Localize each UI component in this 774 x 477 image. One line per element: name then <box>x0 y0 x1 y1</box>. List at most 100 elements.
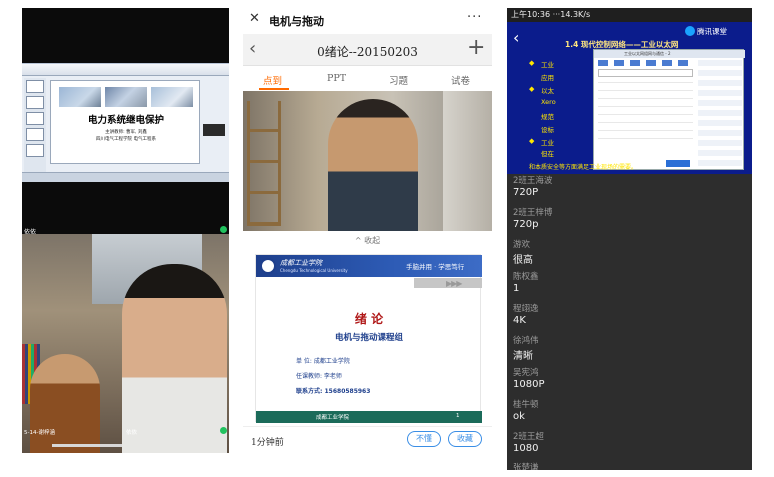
chat-sender: 2班王超 <box>513 432 544 442</box>
participant-name: 依依 <box>126 430 138 436</box>
phone-status-bar: 上午10:36 ···14.3K/s <box>507 8 752 22</box>
slide-footer: 成都工业学院 1 <box>256 411 482 423</box>
chat-message: 1 <box>513 283 520 294</box>
chat-sender: 桂牛顿 <box>513 400 539 410</box>
decor-arrows-icon: ▶▶▶ <box>446 279 463 288</box>
bullet-text: 应用 <box>541 74 554 82</box>
chat-message: 720p <box>513 219 539 230</box>
config-list <box>598 82 693 142</box>
elapsed-time: 1分钟前 <box>251 438 284 448</box>
chat-message: 1080 <box>513 443 539 454</box>
presentation-toolbar[interactable] <box>22 64 229 76</box>
tab-exercises[interactable]: 习题 <box>389 73 408 87</box>
participant-video[interactable] <box>22 234 229 453</box>
config-ok-button[interactable] <box>666 160 690 167</box>
video-call-panel: 电力系统继电保护 主讲教师: 曹军, 刘鑫 四川电气工程学院 电气工程系 依依 … <box>22 8 229 453</box>
bullet-text: 以太 <box>541 87 554 95</box>
chat-sender: 2班王梓博 <box>513 208 553 218</box>
participant-name: 5-14-谢梓涵 <box>24 430 55 436</box>
slide-footer-line: 和本质安全等方面满足工业现场的需要。 <box>529 164 638 171</box>
ppt-slide[interactable]: 成都工业学院 Chengdu Technological University … <box>255 254 482 423</box>
slide-thumbnail[interactable] <box>26 112 44 125</box>
chat-message: 清晰 <box>513 351 533 362</box>
school-logo-icon <box>260 258 276 274</box>
slide-thumbnail[interactable] <box>26 144 44 157</box>
slide-thumbnail[interactable] <box>26 96 44 109</box>
live-slide-view[interactable]: ‹ 腾讯课堂 1.4 现代控制网络——工业以太网 ◆ 工业 应用 ◆ 以太 Xe… <box>507 22 752 174</box>
back-chevron-icon[interactable]: ‹ <box>513 28 519 47</box>
member-sidebar[interactable] <box>698 60 742 168</box>
shared-screen-presentation: 电力系统继电保护 主讲教师: 曹军, 刘鑫 四川电气工程学院 电气工程系 <box>22 63 229 182</box>
tab-exam[interactable]: 试卷 <box>451 73 470 87</box>
config-input[interactable] <box>598 69 693 77</box>
rain-classroom-panel: ✕ 电机与拖动 ··· ‹ 0绪论--20150203 + 点到 PPT 习题 … <box>243 8 492 453</box>
presentation-statusbar <box>22 172 229 182</box>
chat-message: 4K <box>513 315 526 326</box>
window-titlebar: ✕ 电机与拖动 ··· <box>243 8 492 32</box>
chat-message: ok <box>513 411 525 422</box>
slide-info-teacher: 任课教师: 李老师 <box>296 373 342 380</box>
school-name-english: Chengdu Technological University <box>280 268 348 273</box>
slide-subtitle: 电机与拖动课程组 <box>334 333 403 343</box>
bullet-text: 工业 <box>541 61 554 69</box>
chat-sender: 游欢 <box>513 240 531 250</box>
config-window-title: 工业以太网组网与通信 - 2 <box>624 51 671 56</box>
bullet-mark: ◆ <box>529 137 535 145</box>
slide-thumbnail[interactable] <box>26 128 44 141</box>
participant-person <box>30 354 100 453</box>
chat-sender: 张楚谦 <box>513 463 539 470</box>
bullet-text: Xero <box>541 98 556 106</box>
slide-subtitle: 四川电气工程学院 电气工程系 <box>96 137 156 142</box>
embedded-config-window[interactable]: 工业以太网组网与通信 - 2 <box>593 49 745 170</box>
bullet-text: 但在 <box>541 150 554 158</box>
favorite-button[interactable]: 收藏 <box>448 431 482 447</box>
current-slide: 电力系统继电保护 主讲教师: 曹军, 刘鑫 四川电气工程学院 电气工程系 <box>50 80 200 164</box>
slide-info-unit: 单 位: 成都工业学院 <box>296 358 350 365</box>
page-number: 1 <box>456 413 460 419</box>
slide-title: 绪 论 <box>354 312 384 326</box>
participant-person <box>122 264 227 453</box>
bullet-text: 规范 <box>541 113 554 121</box>
close-icon[interactable]: ✕ <box>249 11 260 27</box>
chat-sender: 2班王海波 <box>513 176 553 186</box>
slide-photo-powerline <box>59 87 101 107</box>
school-name: 成都工业学院 <box>280 259 322 267</box>
tab-ppt[interactable]: PPT <box>327 73 346 84</box>
slide-thumbnail[interactable] <box>26 80 44 93</box>
wooden-shelf <box>247 101 281 226</box>
presenter-control[interactable] <box>203 124 225 136</box>
footer-school: 成都工业学院 <box>316 415 350 421</box>
slide-header-banner: 成都工业学院 Chengdu Technological University … <box>256 255 482 277</box>
slide-info-contact: 联系方式: 15680585963 <box>296 388 371 395</box>
mic-active-icon <box>220 427 227 434</box>
slide-thumbnail-pane[interactable] <box>24 78 46 176</box>
add-icon[interactable]: + <box>467 35 485 60</box>
dont-understand-button[interactable]: 不懂 <box>407 431 441 447</box>
config-window-titlebar: 工业以太网组网与通信 - 2 <box>594 50 745 58</box>
lesson-title: 0绪论--20150203 <box>317 45 418 59</box>
tab-attendance[interactable]: 点到 <box>263 73 282 87</box>
collapse-toggle[interactable]: ^ 收起 <box>243 235 492 246</box>
chat-sender: 程翊逸 <box>513 304 539 314</box>
bullet-mark: ◆ <box>529 85 535 93</box>
status-bar-text: 上午10:36 ···14.3K/s <box>511 10 591 19</box>
slide-action-bar: 1分钟前 不懂 收藏 <box>243 426 492 453</box>
teacher-video[interactable] <box>243 91 492 231</box>
bullet-text: 设标 <box>541 126 554 134</box>
slide-photo-tower <box>105 87 147 107</box>
chat-message: 720P <box>513 187 539 198</box>
more-icon[interactable]: ··· <box>467 10 482 25</box>
active-tab-indicator <box>259 88 289 90</box>
tencent-logo-icon <box>685 26 695 36</box>
room-door <box>443 91 492 231</box>
chat-sender: 徐鸿伟 <box>513 336 539 346</box>
bullet-mark: ◆ <box>529 59 535 67</box>
config-tabs[interactable] <box>598 60 693 66</box>
chat-list: 2班王海波 720P 2班王梓博 720p 游欢 很高 陈权鑫 1 程翊逸 4K… <box>507 176 752 470</box>
slide-title: 电力系统继电保护 <box>87 115 164 126</box>
lesson-header: ‹ 0绪论--20150203 + <box>243 34 492 66</box>
lesson-tabs: 点到 PPT 习题 试卷 <box>243 70 492 90</box>
bullet-text: 工业 <box>541 139 554 147</box>
chat-message: 1080P <box>513 379 545 390</box>
tencent-classroom-panel: 上午10:36 ···14.3K/s ‹ 腾讯课堂 1.4 现代控制网络——工业… <box>507 8 752 470</box>
